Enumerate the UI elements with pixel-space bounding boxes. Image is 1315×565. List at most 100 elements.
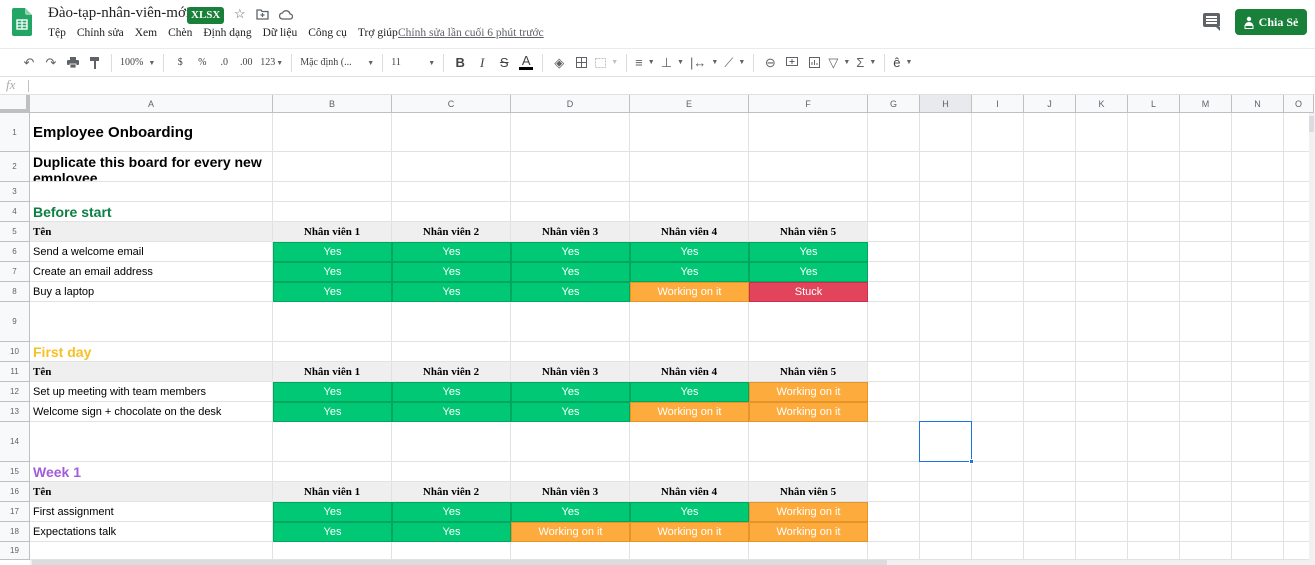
empty-cell[interactable]: [1180, 522, 1232, 542]
status-cell[interactable]: Yes: [511, 382, 630, 402]
row-header-2[interactable]: 2: [0, 152, 30, 182]
empty-cell[interactable]: [1232, 502, 1284, 522]
cloud-saved-icon[interactable]: [279, 9, 293, 20]
empty-cell[interactable]: [392, 113, 511, 152]
empty-cell[interactable]: [920, 382, 972, 402]
column-header-h[interactable]: H: [920, 95, 972, 113]
horizontal-scrollbar-thumb[interactable]: [32, 560, 887, 565]
empty-cell[interactable]: [1024, 182, 1076, 202]
empty-cell[interactable]: [1076, 152, 1128, 182]
empty-cell[interactable]: [30, 302, 273, 342]
empty-cell[interactable]: [1180, 342, 1232, 362]
empty-cell[interactable]: [749, 462, 868, 482]
empty-cell[interactable]: [273, 202, 392, 222]
functions-button[interactable]: Σ ▼: [853, 51, 879, 75]
move-to-folder-icon[interactable]: [256, 9, 269, 20]
employee-column-header[interactable]: Nhân viên 2: [392, 222, 511, 242]
undo-icon[interactable]: ↶: [18, 51, 40, 75]
employee-column-header[interactable]: Nhân viên 3: [511, 482, 630, 502]
bold-button[interactable]: B: [449, 51, 471, 75]
empty-cell[interactable]: [1076, 242, 1128, 262]
employee-column-header[interactable]: Nhân viên 4: [630, 222, 749, 242]
task-name[interactable]: First assignment: [30, 502, 273, 522]
row-header-7[interactable]: 7: [0, 262, 30, 282]
empty-cell[interactable]: [1232, 262, 1284, 282]
empty-cell[interactable]: [1076, 222, 1128, 242]
empty-cell[interactable]: [1232, 282, 1284, 302]
empty-cell[interactable]: [1128, 542, 1180, 560]
empty-cell[interactable]: [920, 222, 972, 242]
empty-cell[interactable]: [1024, 282, 1076, 302]
empty-cell[interactable]: [1180, 462, 1232, 482]
fill-handle[interactable]: [969, 459, 974, 464]
status-cell[interactable]: Working on it: [749, 522, 868, 542]
empty-cell[interactable]: [1076, 202, 1128, 222]
empty-cell[interactable]: [972, 542, 1024, 560]
status-cell[interactable]: Yes: [630, 262, 749, 282]
empty-cell[interactable]: [1128, 262, 1180, 282]
empty-cell[interactable]: [1232, 182, 1284, 202]
column-header-f[interactable]: F: [749, 95, 868, 113]
empty-cell[interactable]: [1180, 542, 1232, 560]
empty-cell[interactable]: [1076, 542, 1128, 560]
empty-cell[interactable]: [1076, 182, 1128, 202]
empty-cell[interactable]: [1076, 402, 1128, 422]
name-column-header[interactable]: Tên: [30, 362, 273, 382]
status-cell[interactable]: Yes: [392, 502, 511, 522]
empty-cell[interactable]: [1076, 342, 1128, 362]
empty-cell[interactable]: [392, 342, 511, 362]
empty-cell[interactable]: [30, 542, 273, 560]
empty-cell[interactable]: [392, 152, 511, 182]
empty-cell[interactable]: [392, 182, 511, 202]
employee-column-header[interactable]: Nhân viên 1: [273, 222, 392, 242]
redo-icon[interactable]: ↷: [40, 51, 62, 75]
text-rotation-icon[interactable]: ⟋ ▼: [721, 51, 748, 75]
status-cell[interactable]: Yes: [392, 382, 511, 402]
empty-cell[interactable]: [511, 542, 630, 560]
empty-cell[interactable]: [1128, 222, 1180, 242]
empty-cell[interactable]: [972, 113, 1024, 152]
italic-button[interactable]: I: [471, 51, 493, 75]
empty-cell[interactable]: [1076, 282, 1128, 302]
empty-cell[interactable]: [1180, 502, 1232, 522]
row-header-3[interactable]: 3: [0, 182, 30, 202]
empty-cell[interactable]: [920, 152, 972, 182]
row-header-14[interactable]: 14: [0, 422, 30, 462]
empty-cell[interactable]: [30, 182, 273, 202]
empty-cell[interactable]: [1180, 362, 1232, 382]
row-header-12[interactable]: 12: [0, 382, 30, 402]
empty-cell[interactable]: [1076, 113, 1128, 152]
empty-cell[interactable]: [273, 542, 392, 560]
status-cell[interactable]: Yes: [273, 522, 392, 542]
empty-cell[interactable]: [273, 152, 392, 182]
status-cell[interactable]: Yes: [511, 402, 630, 422]
empty-cell[interactable]: [972, 222, 1024, 242]
text-wrapping-icon[interactable]: |↔ ▼: [687, 51, 721, 75]
empty-cell[interactable]: [1128, 182, 1180, 202]
empty-cell[interactable]: [920, 502, 972, 522]
status-cell[interactable]: Yes: [511, 262, 630, 282]
more-formats-button[interactable]: 123 ▼: [257, 51, 286, 75]
sheet-title[interactable]: Employee Onboarding: [30, 113, 273, 152]
status-cell[interactable]: Working on it: [749, 402, 868, 422]
empty-cell[interactable]: [1128, 522, 1180, 542]
empty-cell[interactable]: [920, 182, 972, 202]
empty-cell[interactable]: [868, 422, 920, 462]
status-cell[interactable]: Yes: [273, 402, 392, 422]
empty-cell[interactable]: [1232, 152, 1284, 182]
empty-cell[interactable]: [920, 402, 972, 422]
empty-cell[interactable]: [1180, 282, 1232, 302]
empty-cell[interactable]: [1232, 462, 1284, 482]
empty-cell[interactable]: [630, 302, 749, 342]
empty-cell[interactable]: [1128, 152, 1180, 182]
empty-cell[interactable]: [1024, 342, 1076, 362]
font-size-select[interactable]: 11 ▼: [388, 51, 438, 75]
employee-column-header[interactable]: Nhân viên 1: [273, 482, 392, 502]
name-column-header[interactable]: Tên: [30, 222, 273, 242]
status-cell[interactable]: Yes: [749, 242, 868, 262]
merge-cells-icon[interactable]: ▼: [592, 51, 621, 75]
empty-cell[interactable]: [972, 302, 1024, 342]
status-cell[interactable]: Yes: [273, 382, 392, 402]
empty-cell[interactable]: [1076, 522, 1128, 542]
insert-comment-icon[interactable]: [781, 51, 803, 75]
